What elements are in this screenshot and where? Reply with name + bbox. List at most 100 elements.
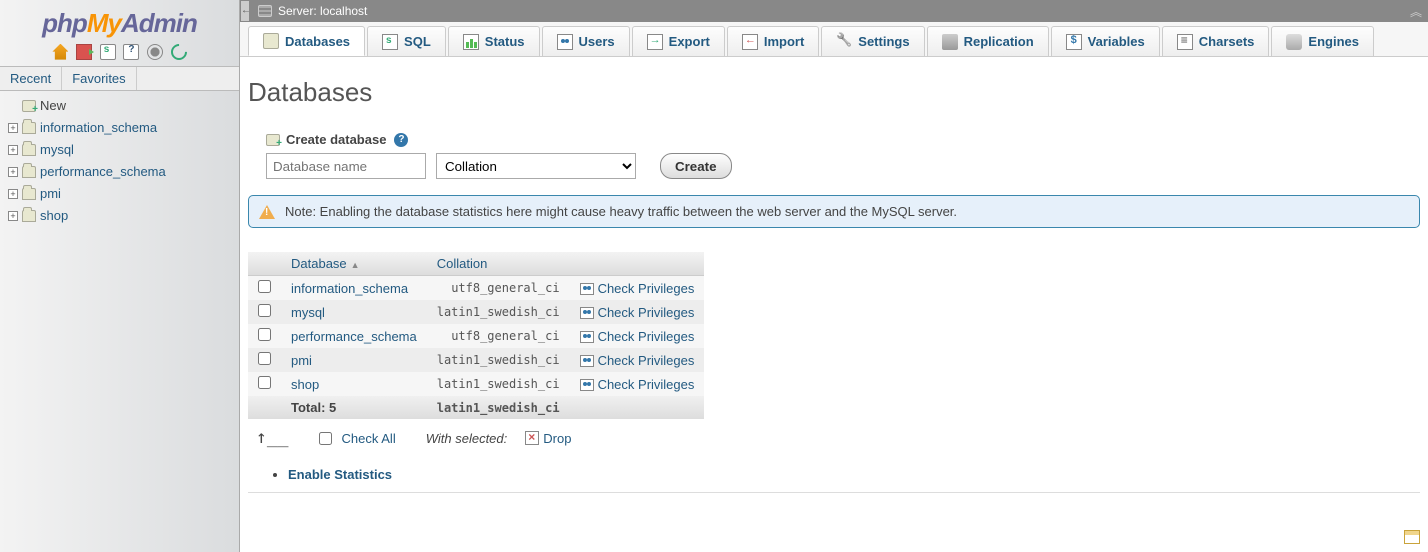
content: Databases Create database ? Collation Cr… bbox=[240, 57, 1428, 511]
tree-item[interactable]: + mysql bbox=[8, 139, 239, 161]
check-privileges-link[interactable]: Check Privileges bbox=[598, 305, 695, 320]
database-name-input[interactable] bbox=[266, 153, 426, 179]
nav-variables[interactable]: Variables bbox=[1051, 26, 1160, 56]
row-checkbox[interactable] bbox=[258, 376, 271, 389]
nav-engines[interactable]: Engines bbox=[1271, 26, 1374, 56]
breadcrumb-server-name[interactable]: localhost bbox=[320, 4, 367, 18]
import-icon bbox=[742, 34, 758, 50]
nav-settings[interactable]: Settings bbox=[821, 26, 924, 56]
logout-icon[interactable] bbox=[76, 44, 92, 60]
privileges-icon bbox=[580, 307, 594, 319]
tree-item[interactable]: + shop bbox=[8, 205, 239, 227]
check-privileges-link[interactable]: Check Privileges bbox=[598, 281, 695, 296]
export-icon bbox=[647, 34, 663, 50]
sidebar-tabs: Recent Favorites bbox=[0, 66, 239, 91]
enable-statistics-link[interactable]: Enable Statistics bbox=[288, 467, 392, 482]
page-title: Databases bbox=[248, 77, 1420, 108]
reload-icon[interactable] bbox=[167, 40, 190, 63]
docs-icon[interactable] bbox=[123, 44, 139, 60]
expand-icon[interactable]: + bbox=[8, 145, 18, 155]
console-toggle-icon[interactable] bbox=[1404, 530, 1420, 544]
db-collation: utf8_general_ci bbox=[427, 276, 570, 301]
sql-icon bbox=[382, 34, 398, 50]
topnav: Databases SQL Status Users Export Import… bbox=[240, 22, 1428, 57]
db-link[interactable]: performance_schema bbox=[281, 324, 427, 348]
query-window-icon[interactable] bbox=[100, 44, 116, 60]
tree-new-label: New bbox=[40, 98, 66, 113]
nav-databases[interactable]: Databases bbox=[248, 26, 365, 56]
database-icon bbox=[22, 188, 36, 200]
row-checkbox[interactable] bbox=[258, 328, 271, 341]
expand-icon[interactable]: + bbox=[8, 211, 18, 221]
create-database-form: Create database ? Collation Create bbox=[266, 132, 1420, 179]
drop-icon bbox=[525, 431, 539, 445]
table-row: information_schema utf8_general_ci Check… bbox=[248, 276, 704, 301]
tree-item[interactable]: + performance_schema bbox=[8, 161, 239, 183]
nav-import[interactable]: Import bbox=[727, 26, 819, 56]
main: ← Server: localhost ︽ Databases SQL Stat… bbox=[240, 0, 1428, 552]
db-collation: latin1_swedish_ci bbox=[427, 348, 570, 372]
database-icon bbox=[22, 122, 36, 134]
nav-status[interactable]: Status bbox=[448, 26, 540, 56]
tree-label: pmi bbox=[40, 186, 61, 201]
expand-icon[interactable]: + bbox=[8, 189, 18, 199]
help-icon[interactable]: ? bbox=[394, 133, 408, 147]
create-button[interactable]: Create bbox=[660, 153, 732, 179]
database-icon bbox=[22, 144, 36, 156]
new-db-icon bbox=[22, 100, 36, 112]
add-database-icon bbox=[266, 134, 280, 146]
privileges-icon bbox=[580, 331, 594, 343]
nav-export[interactable]: Export bbox=[632, 26, 725, 56]
nav-charsets[interactable]: Charsets bbox=[1162, 26, 1270, 56]
tab-favorites[interactable]: Favorites bbox=[62, 67, 136, 90]
database-icon bbox=[22, 166, 36, 178]
nav-sql[interactable]: SQL bbox=[367, 26, 446, 56]
home-icon[interactable] bbox=[52, 44, 68, 60]
tree-label: performance_schema bbox=[40, 164, 166, 179]
page-settings-icon[interactable]: ︽ bbox=[1410, 3, 1420, 20]
row-checkbox[interactable] bbox=[258, 280, 271, 293]
db-link[interactable]: pmi bbox=[281, 348, 427, 372]
tree-label: shop bbox=[40, 208, 68, 223]
database-icon bbox=[22, 210, 36, 222]
row-checkbox[interactable] bbox=[258, 352, 271, 365]
db-link[interactable]: information_schema bbox=[281, 276, 427, 301]
drop-link[interactable]: Drop bbox=[525, 431, 571, 446]
row-checkbox[interactable] bbox=[258, 304, 271, 317]
logo-admin: Admin bbox=[121, 8, 197, 38]
table-row: pmi latin1_swedish_ci Check Privileges bbox=[248, 348, 704, 372]
logo-my: My bbox=[87, 8, 121, 38]
expand-icon[interactable]: + bbox=[8, 167, 18, 177]
logo[interactable]: phpMyAdmin bbox=[0, 0, 239, 41]
databases-table: Database▲ Collation information_schema u… bbox=[248, 252, 704, 419]
check-all-link[interactable]: Check All bbox=[342, 431, 396, 446]
check-privileges-link[interactable]: Check Privileges bbox=[598, 353, 695, 368]
tree-new[interactable]: New bbox=[8, 95, 239, 117]
create-db-heading: Create database bbox=[286, 132, 386, 147]
table-footer: ↑__ Check All With selected: Drop bbox=[256, 429, 1420, 447]
with-selected-label: With selected: bbox=[426, 431, 508, 446]
check-privileges-link[interactable]: Check Privileges bbox=[598, 329, 695, 344]
sidebar: phpMyAdmin Recent Favorites New + inform… bbox=[0, 0, 240, 552]
tree-item[interactable]: + information_schema bbox=[8, 117, 239, 139]
notice-text: Note: Enabling the database statistics h… bbox=[285, 204, 957, 219]
db-link[interactable]: mysql bbox=[281, 300, 427, 324]
collation-select[interactable]: Collation bbox=[436, 153, 636, 179]
table-row: mysql latin1_swedish_ci Check Privileges bbox=[248, 300, 704, 324]
expand-icon[interactable]: + bbox=[8, 123, 18, 133]
tree-label: mysql bbox=[40, 142, 74, 157]
col-database[interactable]: Database▲ bbox=[281, 252, 427, 276]
nav-replication[interactable]: Replication bbox=[927, 26, 1049, 56]
tab-recent[interactable]: Recent bbox=[0, 67, 62, 90]
arrow-up-icon: ↑__ bbox=[256, 429, 289, 447]
collapse-sidebar-icon[interactable]: ← bbox=[240, 0, 250, 22]
tree-item[interactable]: + pmi bbox=[8, 183, 239, 205]
settings-icon[interactable] bbox=[147, 44, 163, 60]
db-collation: latin1_swedish_ci bbox=[427, 372, 570, 396]
check-all-checkbox[interactable] bbox=[319, 432, 332, 445]
col-collation[interactable]: Collation bbox=[427, 252, 570, 276]
check-privileges-link[interactable]: Check Privileges bbox=[598, 377, 695, 392]
nav-users[interactable]: Users bbox=[542, 26, 630, 56]
db-link[interactable]: shop bbox=[281, 372, 427, 396]
breadcrumb: Server: localhost ︽ bbox=[240, 0, 1428, 22]
